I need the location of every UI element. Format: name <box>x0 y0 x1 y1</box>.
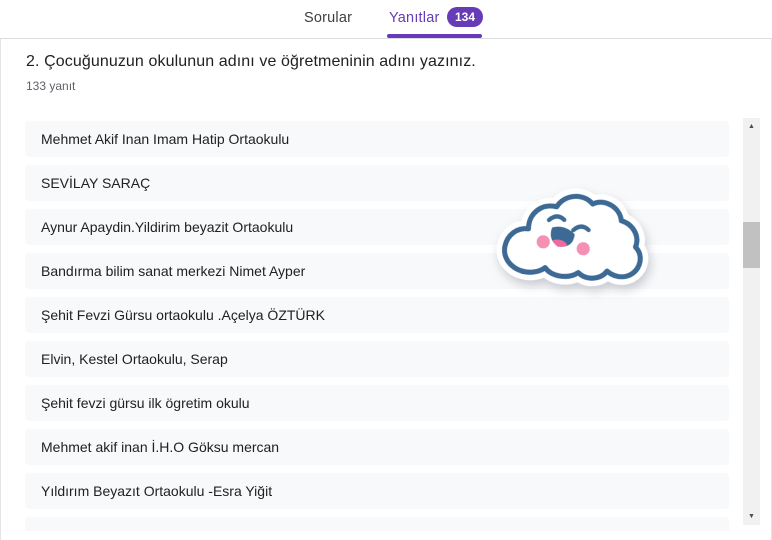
answer-text: Bandırma bilim sanat merkezi Nimet Ayper <box>41 263 306 279</box>
tabs-header: Sorular Yanıtlar 134 <box>0 0 772 39</box>
answer-row: Yıldırım Beyazıt Ortaokulu -Esra Yiğit <box>25 473 729 509</box>
answer-row: SEVİLAY SARAÇ <box>25 165 729 201</box>
answer-row: Elvin, Kestel Ortaokulu, Serap <box>25 341 729 377</box>
answers-scrollbar[interactable]: ▲ ▼ <box>743 118 760 525</box>
answer-row <box>25 517 729 531</box>
scroll-down-button[interactable]: ▼ <box>743 508 760 525</box>
answer-text: SEVİLAY SARAÇ <box>41 175 151 191</box>
answers-list: Mehmet Akif Inan Imam Hatip Ortaokulu SE… <box>25 113 729 531</box>
responses-page: Sorular Yanıtlar 134 2. Çocuğunuzun okul… <box>0 0 772 540</box>
scrollbar-thumb[interactable] <box>743 222 760 268</box>
answer-text: Şehit Fevzi Gürsu ortaokulu .Açelya ÖZTÜ… <box>41 307 325 323</box>
answer-row: Şehit Fevzi Gürsu ortaokulu .Açelya ÖZTÜ… <box>25 297 729 333</box>
tab-answers[interactable]: Yanıtlar <box>389 10 440 26</box>
answer-row: Mehmet Akif Inan Imam Hatip Ortaokulu <box>25 121 729 157</box>
scroll-up-icon: ▲ <box>748 123 755 130</box>
answer-row: Mehmet akif inan İ.H.O Göksu mercan <box>25 429 729 465</box>
answer-text: Aynur Apaydin.Yildirim beyazit Ortaokulu <box>41 219 294 235</box>
answer-row: Aynur Apaydin.Yildirim beyazit Ortaokulu <box>25 209 729 245</box>
responses-panel: 2. Çocuğunuzun okulunun adını ve öğretme… <box>0 39 772 540</box>
answer-row: Bandırma bilim sanat merkezi Nimet Ayper <box>25 253 729 289</box>
answer-text: Elvin, Kestel Ortaokulu, Serap <box>41 351 228 367</box>
scroll-down-icon: ▼ <box>748 513 755 520</box>
scroll-up-button[interactable]: ▲ <box>743 118 760 135</box>
answer-text: Şehit fevzi gürsu ilk ögretim okulu <box>41 395 250 411</box>
answer-row: Şehit fevzi gürsu ilk ögretim okulu <box>25 385 729 421</box>
answer-text: Yıldırım Beyazıt Ortaokulu -Esra Yiğit <box>41 483 273 499</box>
tab-questions[interactable]: Sorular <box>304 10 352 26</box>
answer-text: Mehmet akif inan İ.H.O Göksu mercan <box>41 439 280 455</box>
question-title: 2. Çocuğunuzun okulunun adını ve öğretme… <box>26 53 476 70</box>
responses-count: 133 yanıt <box>26 79 76 93</box>
answers-count-badge: 134 <box>447 7 484 27</box>
answer-text: Mehmet Akif Inan Imam Hatip Ortaokulu <box>41 131 290 147</box>
